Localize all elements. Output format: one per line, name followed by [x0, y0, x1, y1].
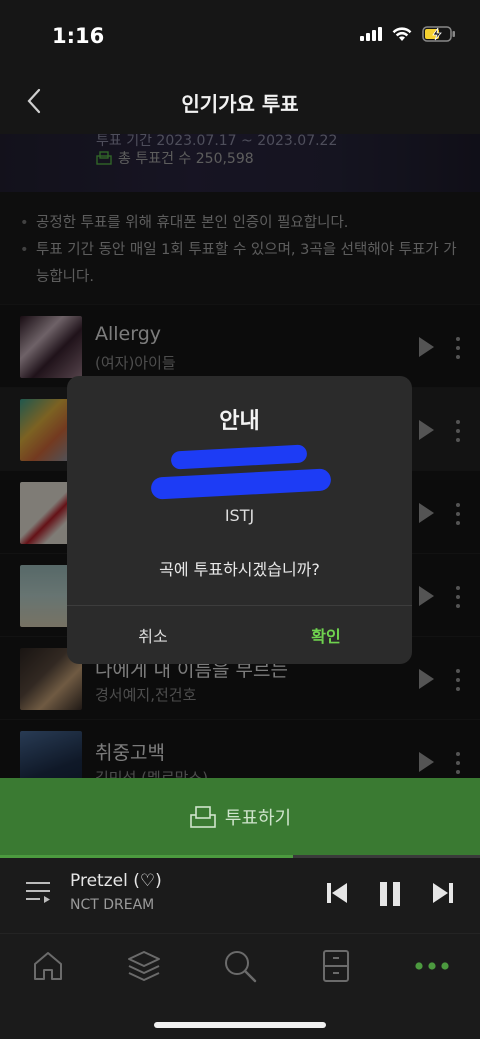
confirm-button[interactable]: 확인	[240, 605, 412, 664]
confirm-dialog: 안내 ISTJ 곡에 투표하시겠습니까? 취소 확인	[67, 376, 412, 664]
dialog-song-line: ISTJ	[224, 506, 255, 525]
redaction-mark	[170, 444, 308, 470]
signal-icon	[360, 27, 382, 41]
battery-charging-icon	[422, 26, 455, 42]
now-playing-title[interactable]: Pretzel (♡)	[70, 871, 162, 891]
now-playing-artist: NCT DREAM	[70, 897, 155, 913]
storage-icon[interactable]	[318, 948, 354, 984]
pause-icon[interactable]	[378, 881, 402, 907]
library-icon[interactable]	[126, 948, 162, 984]
vote-button-label: 투표하기	[224, 807, 292, 829]
cancel-button[interactable]: 취소	[67, 605, 239, 664]
page-title: 인기가요 투표	[181, 92, 299, 116]
search-icon[interactable]	[222, 948, 258, 984]
playlist-icon[interactable]	[24, 879, 52, 905]
status-bar: 1:16	[0, 0, 480, 72]
more-icon[interactable]	[414, 948, 450, 984]
dialog-title: 안내	[219, 409, 260, 434]
next-track-icon[interactable]	[432, 881, 454, 905]
home-icon[interactable]	[30, 948, 66, 984]
playback-progress[interactable]	[0, 855, 480, 858]
mini-player: Pretzel (♡) NCT DREAM	[0, 855, 480, 933]
vote-button[interactable]: 투표하기	[0, 778, 480, 855]
ballot-box-icon	[190, 805, 216, 828]
redaction-mark	[150, 468, 332, 500]
previous-track-icon[interactable]	[326, 881, 348, 905]
status-time: 1:16	[52, 24, 105, 48]
header: 인기가요 투표	[0, 72, 480, 134]
wifi-icon	[392, 26, 412, 41]
home-indicator	[154, 1022, 326, 1028]
playback-progress-fill	[0, 855, 293, 858]
status-icons	[360, 26, 456, 42]
dialog-question: 곡에 투표하시겠습니까?	[159, 560, 320, 579]
